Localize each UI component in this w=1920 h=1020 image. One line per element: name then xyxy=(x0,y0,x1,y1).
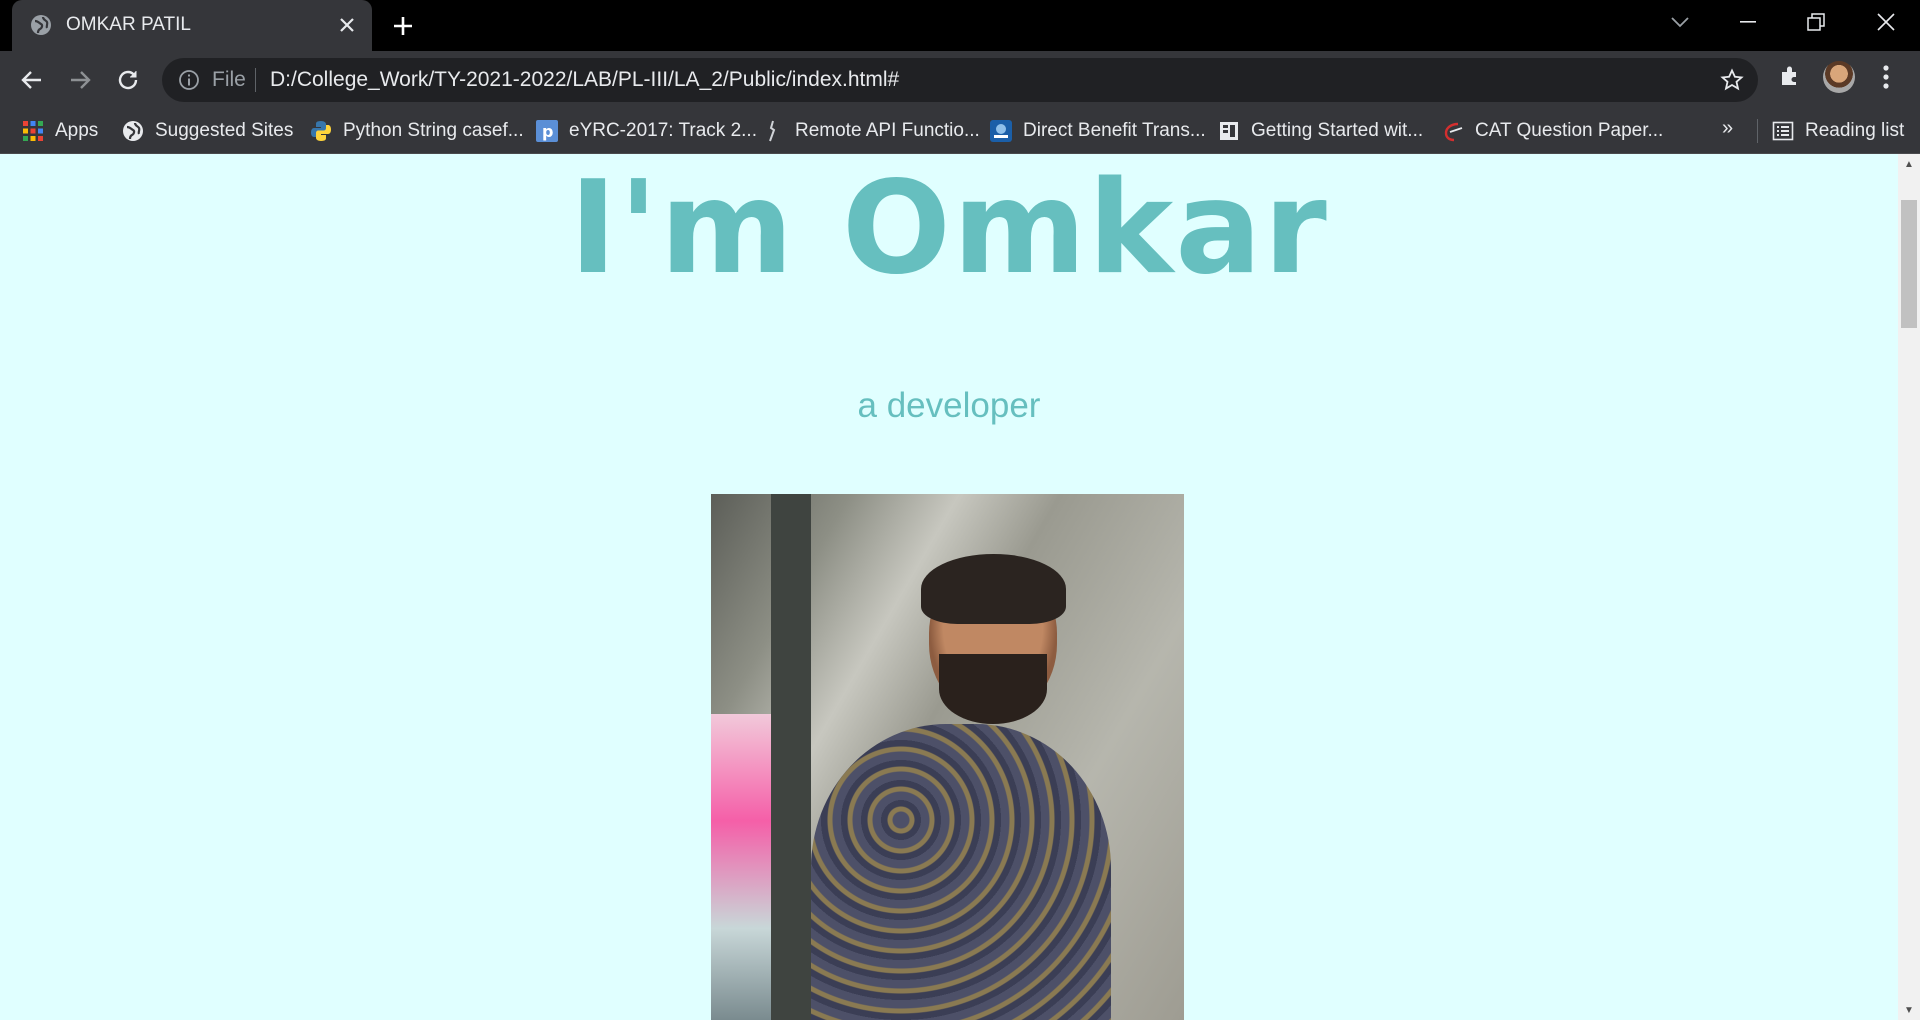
page-viewport: I'm Omkar a developer xyxy=(0,154,1898,1020)
bookmark-label: Python String casef... xyxy=(343,120,524,141)
page-title: I'm Omkar xyxy=(569,154,1329,303)
scroll-down-icon[interactable]: ▼ xyxy=(1898,1000,1920,1020)
photo-window-pane xyxy=(711,714,771,1020)
minimize-icon[interactable] xyxy=(1718,0,1778,44)
python-icon xyxy=(310,120,332,142)
close-window-icon[interactable] xyxy=(1856,0,1916,44)
p-icon: p xyxy=(536,120,558,142)
reading-list-label: Reading list xyxy=(1805,120,1905,141)
browser-menu-icon[interactable] xyxy=(1876,62,1896,92)
site-info-icon[interactable] xyxy=(178,69,200,91)
reading-list-icon xyxy=(1772,120,1794,142)
url-text[interactable]: D:/College_Work/TY-2021-2022/LAB/PL-III/… xyxy=(270,69,899,91)
bookmark-remote-api[interactable]: Remote API Functio... xyxy=(762,109,980,153)
reading-list-button[interactable]: Reading list xyxy=(1772,109,1904,153)
figure-icon xyxy=(762,120,784,142)
photo-hair xyxy=(921,554,1066,624)
bookmark-label: Remote API Functio... xyxy=(795,120,980,141)
tab-search-icon[interactable] xyxy=(1650,0,1710,44)
page-subtitle: a developer xyxy=(857,386,1041,425)
bookmark-cat-question[interactable]: CAT Question Paper... xyxy=(1442,109,1663,153)
photo-jacket xyxy=(811,724,1111,1020)
tab-strip: OMKAR PATIL xyxy=(0,0,1920,51)
profile-photo xyxy=(711,494,1184,1020)
bookmark-suggested-sites[interactable]: Suggested Sites xyxy=(122,109,293,153)
vertical-scrollbar[interactable]: ▲ ▼ xyxy=(1898,154,1920,1020)
emblem-icon xyxy=(990,120,1012,142)
bookmark-getting-started[interactable]: Getting Started wit... xyxy=(1218,109,1423,153)
scroll-up-icon[interactable]: ▲ xyxy=(1898,154,1920,174)
reload-icon[interactable] xyxy=(108,61,148,99)
bookmark-label: Apps xyxy=(55,120,99,141)
logo-icon xyxy=(1442,120,1464,142)
bookmarks-bar: Apps Suggested Sites Python String casef… xyxy=(0,109,1920,154)
bookmark-label: CAT Question Paper... xyxy=(1475,120,1664,141)
bookmark-label: Direct Benefit Trans... xyxy=(1023,120,1206,141)
bookmark-apps[interactable]: Apps xyxy=(22,109,98,153)
photo-window-frame xyxy=(771,494,811,1020)
tab-close-icon[interactable] xyxy=(334,12,360,38)
back-icon[interactable] xyxy=(12,61,52,99)
bookmark-label: Suggested Sites xyxy=(155,120,294,141)
book-icon xyxy=(1218,120,1240,142)
tab-title: OMKAR PATIL xyxy=(66,14,191,35)
forward-icon[interactable] xyxy=(60,61,100,99)
bookmark-eyrc[interactable]: p eYRC-2017: Track 2... xyxy=(536,109,757,153)
browser-toolbar: File D:/College_Work/TY-2021-2022/LAB/PL… xyxy=(0,51,1920,109)
scrollbar-thumb[interactable] xyxy=(1901,200,1917,328)
address-divider xyxy=(255,68,256,92)
globe-icon xyxy=(30,14,52,36)
extensions-puzzle-icon[interactable] xyxy=(1778,64,1802,88)
new-tab-icon[interactable] xyxy=(388,12,418,40)
address-bar[interactable]: File D:/College_Work/TY-2021-2022/LAB/PL… xyxy=(162,58,1758,102)
browser-tab[interactable]: OMKAR PATIL xyxy=(12,0,372,51)
bookmark-python-string[interactable]: Python String casef... xyxy=(310,109,524,153)
bookmarks-divider xyxy=(1757,119,1758,143)
bookmark-label: eYRC-2017: Track 2... xyxy=(569,120,757,141)
svg-text:p: p xyxy=(542,122,553,141)
apps-grid-icon xyxy=(22,120,44,142)
profile-avatar[interactable] xyxy=(1823,61,1855,93)
globe-icon xyxy=(122,120,144,142)
bookmark-star-icon[interactable] xyxy=(1720,68,1744,92)
restore-icon[interactable] xyxy=(1786,0,1846,44)
bookmark-direct-benefit[interactable]: Direct Benefit Trans... xyxy=(990,109,1206,153)
url-scheme-label: File xyxy=(212,68,246,91)
photo-beard xyxy=(939,654,1047,724)
bookmark-label: Getting Started wit... xyxy=(1251,120,1424,141)
bookmarks-overflow-button[interactable]: » xyxy=(1722,117,1733,140)
